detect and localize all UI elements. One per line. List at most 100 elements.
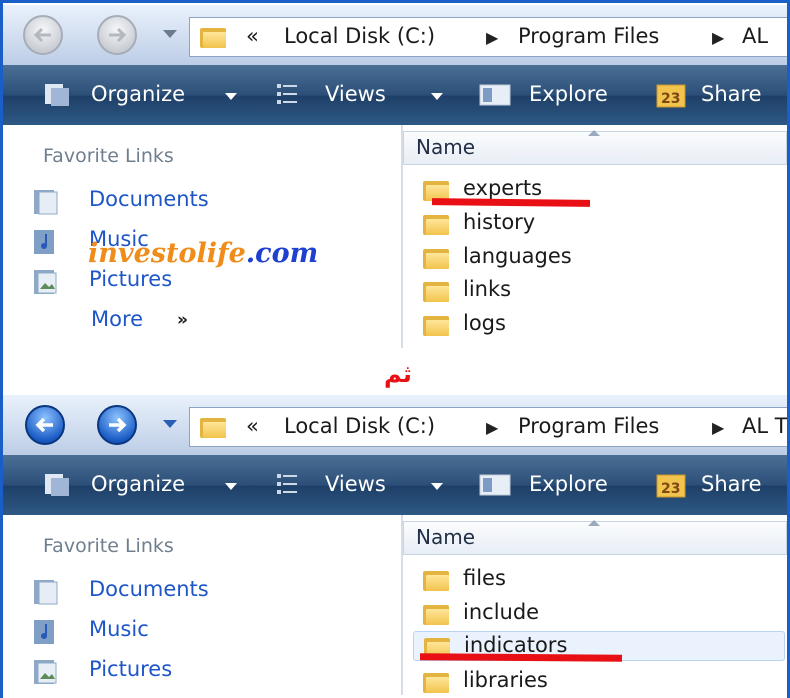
address-field[interactable]: « Local Disk (C:) ▶ Program Files ▶ AL — [189, 17, 787, 57]
folder-name: files — [463, 566, 506, 590]
explore-button[interactable]: Explore — [479, 470, 629, 500]
share-button[interactable]: 23 Share — [655, 80, 785, 110]
breadcrumb-separator-icon[interactable]: ▶ — [486, 418, 498, 437]
breadcrumb-separator-icon[interactable]: ▶ — [712, 418, 724, 437]
folder-icon — [423, 671, 449, 693]
folder-item[interactable]: libraries — [421, 667, 761, 695]
svg-text:23: 23 — [661, 481, 680, 497]
content-area: Favorite Links Documents Music Pictures … — [3, 515, 787, 695]
annotation-underline — [419, 653, 623, 662]
breadcrumb-al[interactable]: AL — [742, 24, 768, 48]
views-button[interactable]: Views — [275, 80, 447, 110]
views-icon — [277, 474, 297, 494]
folder-icon — [423, 603, 449, 625]
back-button[interactable] — [25, 405, 65, 445]
breadcrumb-program-files[interactable]: Program Files — [518, 24, 659, 48]
folder-icon — [423, 213, 449, 235]
share-label: Share — [701, 472, 762, 496]
folder-icon — [423, 569, 449, 591]
pictures-label: Pictures — [89, 657, 173, 681]
forward-arrow-icon — [109, 417, 127, 433]
sort-ascending-icon — [588, 520, 600, 526]
share-button[interactable]: 23 Share — [655, 470, 785, 500]
folder-name: links — [463, 277, 512, 301]
address-bar-area: « Local Disk (C:) ▶ Program Files ▶ AL — [3, 5, 787, 65]
organize-label: Organize — [91, 82, 186, 106]
views-dropdown-icon — [431, 93, 443, 100]
folder-name: history — [463, 210, 536, 234]
breadcrumb-separator-icon[interactable]: ▶ — [486, 28, 498, 47]
share-icon: 23 — [656, 474, 686, 498]
folder-name: experts — [463, 176, 543, 200]
breadcrumb-al[interactable]: AL T — [742, 414, 787, 438]
organize-dropdown-icon — [225, 483, 237, 490]
folder-icon — [200, 416, 226, 438]
favorite-link-documents[interactable]: Documents — [33, 577, 253, 609]
folder-item[interactable]: files — [421, 565, 761, 595]
folder-item[interactable]: links — [421, 276, 761, 306]
documents-label: Documents — [89, 187, 209, 211]
name-column-label: Name — [416, 525, 476, 549]
name-column-header[interactable]: Name — [403, 130, 787, 165]
explore-button[interactable]: Explore — [479, 80, 629, 110]
back-arrow-icon — [35, 417, 53, 433]
recent-pages-dropdown-icon[interactable] — [163, 420, 177, 428]
explore-label: Explore — [529, 82, 608, 106]
folder-icon — [423, 314, 449, 336]
navigation-pane: Favorite Links Documents Music Pictures — [3, 515, 403, 695]
watermark-part: to — [165, 238, 197, 269]
back-button[interactable] — [23, 15, 63, 55]
svg-text:23: 23 — [661, 91, 680, 107]
file-list-pane: Name experts history languages links log… — [403, 125, 787, 348]
folder-item[interactable]: include — [421, 599, 761, 629]
share-label: Share — [701, 82, 762, 106]
breadcrumb-separator-icon[interactable]: ▶ — [712, 28, 724, 47]
address-field[interactable]: « Local Disk (C:) ▶ Program Files ▶ AL T — [189, 407, 787, 447]
more-chevron-icon: » — [177, 310, 188, 330]
breadcrumb-program-files[interactable]: Program Files — [518, 414, 659, 438]
command-bar: Organize Views Explore 23 Share — [3, 65, 787, 125]
watermark-part: .com — [245, 238, 319, 269]
folder-item[interactable]: languages — [421, 243, 761, 273]
navigation-pane: Favorite Links Documents Music Pictures … — [3, 125, 403, 348]
back-arrow-icon — [33, 27, 51, 43]
breadcrumb-local-disk[interactable]: Local Disk (C:) — [284, 24, 435, 48]
folder-name: include — [463, 600, 540, 624]
folder-icon — [423, 280, 449, 302]
views-icon — [277, 84, 297, 104]
folder-name: languages — [463, 244, 572, 268]
music-label: Music — [89, 617, 149, 641]
favorite-link-music[interactable]: Music — [33, 617, 193, 649]
recent-pages-dropdown-icon[interactable] — [163, 30, 177, 38]
organize-button[interactable]: Organize — [43, 470, 243, 500]
documents-label: Documents — [89, 577, 209, 601]
content-area: Favorite Links Documents Music Pictures … — [3, 125, 787, 348]
favorite-link-pictures[interactable]: Pictures — [33, 657, 213, 689]
favorite-link-documents[interactable]: Documents — [33, 187, 253, 219]
music-icon — [34, 230, 54, 254]
explorer-window-before: « Local Disk (C:) ▶ Program Files ▶ AL O… — [3, 5, 787, 348]
folder-item[interactable]: logs — [421, 310, 761, 340]
views-label: Views — [325, 82, 386, 106]
breadcrumb-local-disk[interactable]: Local Disk (C:) — [284, 414, 435, 438]
name-column-header[interactable]: Name — [403, 520, 787, 555]
forward-button[interactable] — [97, 405, 137, 445]
forward-button[interactable] — [97, 15, 137, 55]
explore-icon — [479, 474, 511, 496]
folder-name: libraries — [463, 668, 548, 692]
folder-icon — [423, 247, 449, 269]
organize-button[interactable]: Organize — [43, 80, 243, 110]
favorite-link-pictures[interactable]: Pictures — [33, 267, 213, 299]
explorer-window-after: « Local Disk (C:) ▶ Program Files ▶ AL T… — [3, 395, 787, 695]
views-button[interactable]: Views — [275, 470, 447, 500]
forward-arrow-icon — [109, 27, 127, 43]
address-bar-area: « Local Disk (C:) ▶ Program Files ▶ AL T — [3, 395, 787, 455]
more-links-button[interactable]: More » — [33, 307, 213, 339]
address-overflow-chevron[interactable]: « — [246, 414, 259, 438]
annotation-then-label: ثم — [384, 360, 412, 388]
folder-item[interactable]: history — [421, 209, 761, 239]
address-overflow-chevron[interactable]: « — [246, 24, 259, 48]
explore-icon — [479, 84, 511, 106]
views-dropdown-icon — [431, 483, 443, 490]
more-label: More — [91, 307, 144, 331]
